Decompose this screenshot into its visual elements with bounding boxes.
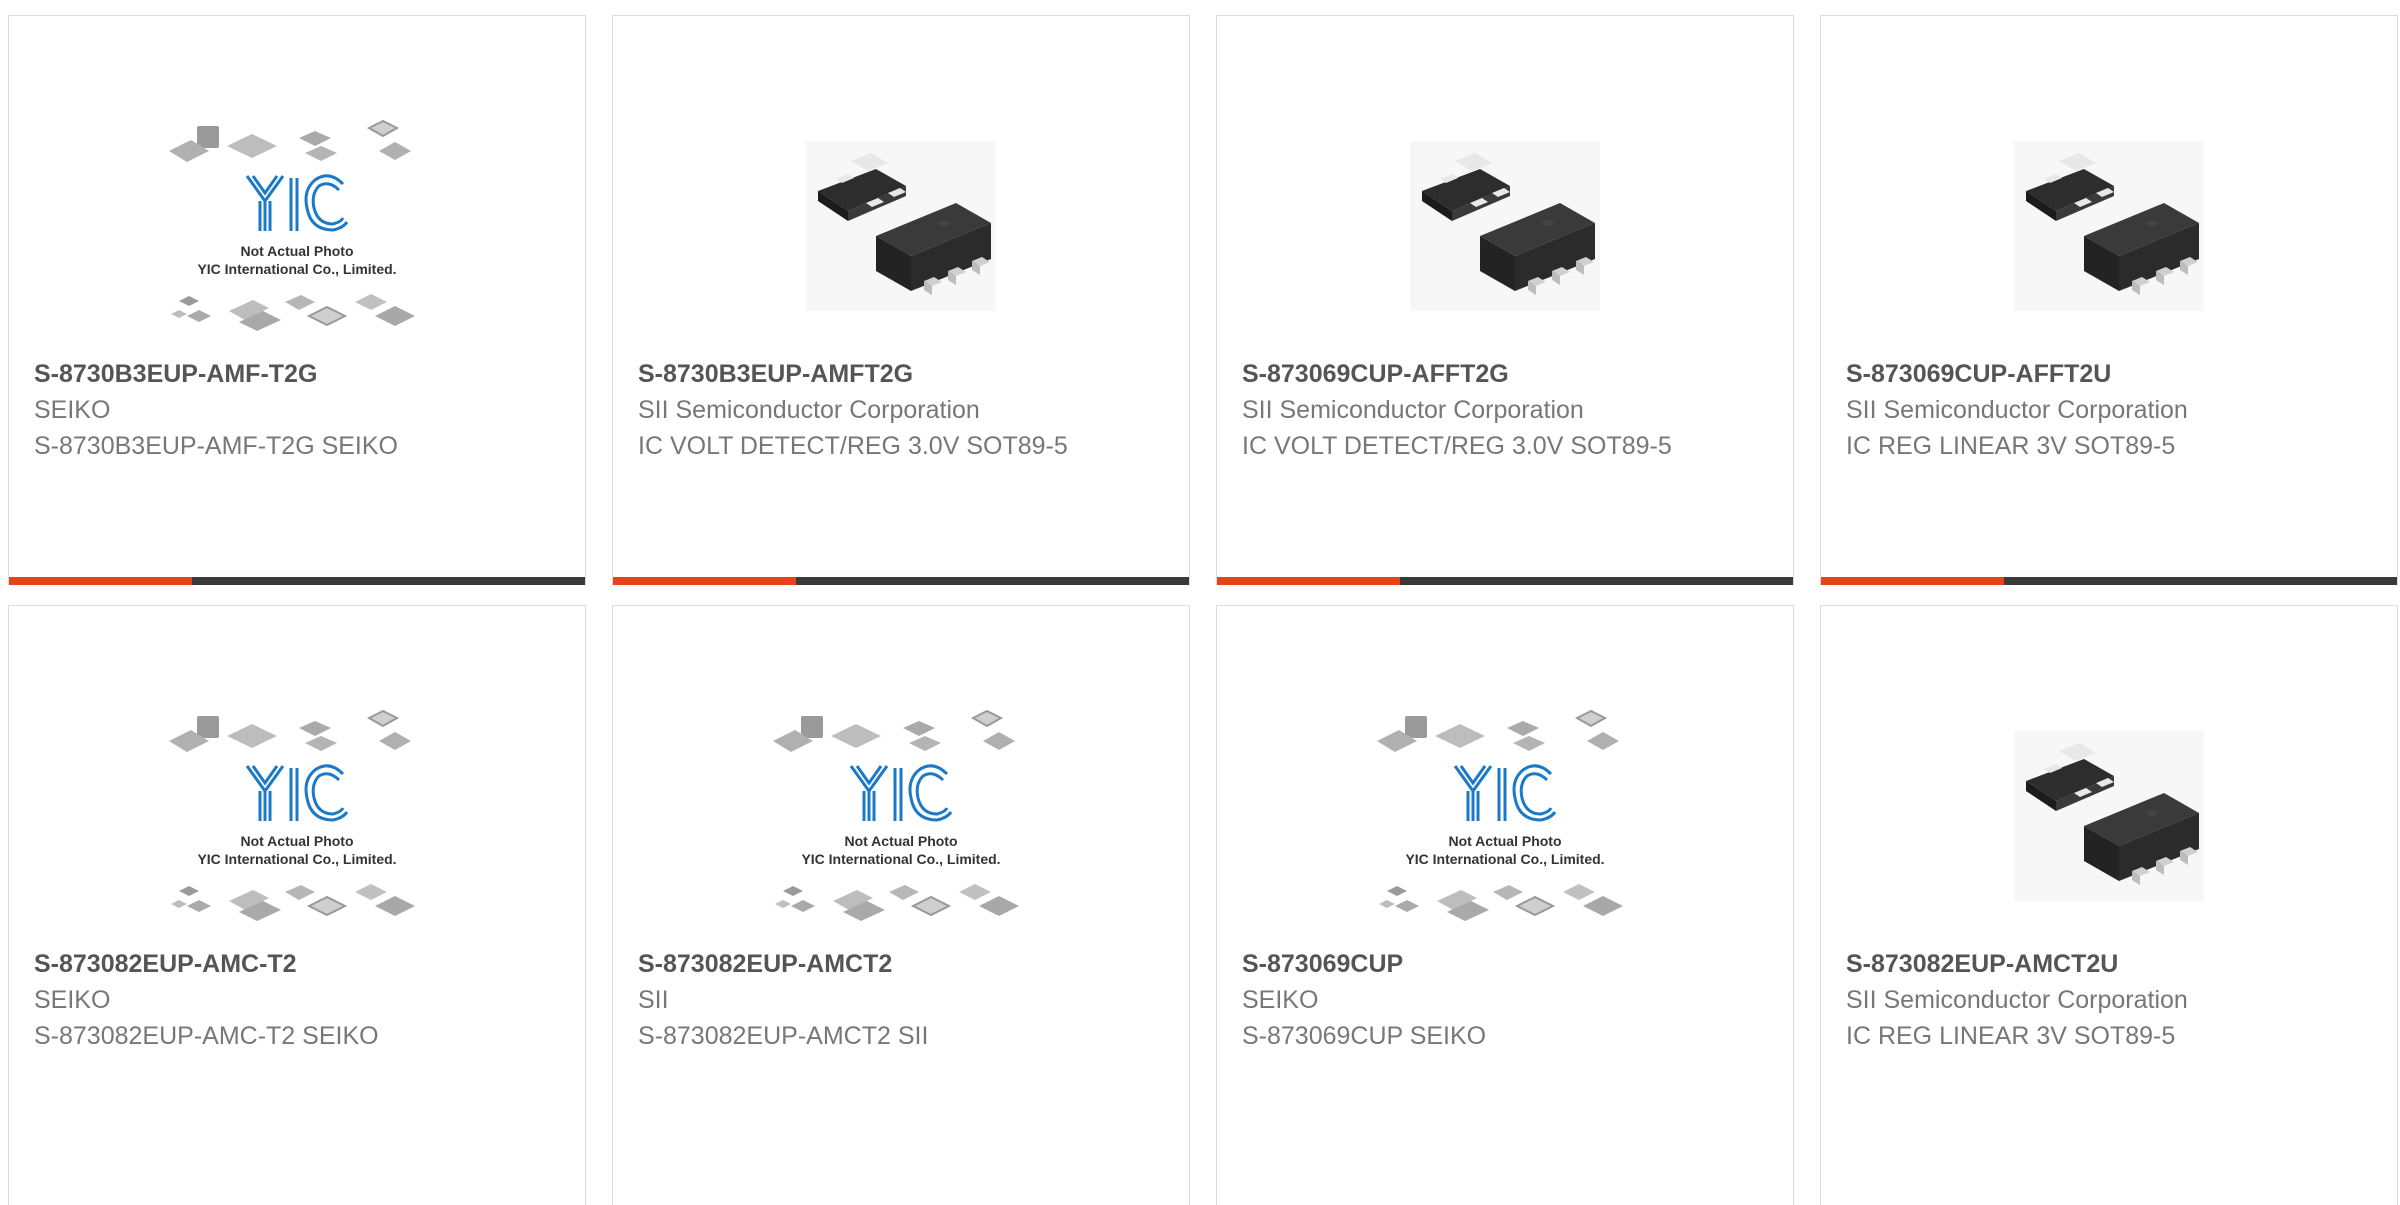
product-card[interactable]: Not Actual Photo YIC International Co., … <box>1216 605 1794 1205</box>
product-info: S-873069CUP-AFFT2U SII Semiconductor Corp… <box>1846 356 2377 464</box>
part-number-link[interactable]: S-873069CUP-AFFT2G <box>1242 356 1773 392</box>
part-number-link[interactable]: S-873082EUP-AMC-T2 <box>34 946 565 982</box>
description-text: IC REG LINEAR 3V SOT89-5 <box>1846 1022 2176 1050</box>
product-image[interactable] <box>613 86 1189 366</box>
manufacturer-label: SII Semiconductor Corporation <box>1846 396 2188 424</box>
product-info: S-8730B3EUP-AMFT2G SII Semiconductor Corp… <box>638 356 1169 464</box>
svg-text:Not Actual Photo: Not Actual Photo <box>240 243 353 259</box>
placeholder-icon: Not Actual Photo YIC International Co., … <box>1377 709 1623 921</box>
product-info: S-873069CUP SEIKO S-873069CUP SEIKO <box>1242 946 1773 1054</box>
svg-text:Not Actual Photo: Not Actual Photo <box>1448 833 1561 849</box>
product-card[interactable]: Not Actual Photo YIC International Co., … <box>8 15 586 585</box>
product-info: S-873082EUP-AMCT2 SII S-873082EUP-AMCT2 SI… <box>638 946 1169 1054</box>
description-text: S-873082EUP-AMCT2 SII <box>638 1022 929 1050</box>
svg-text:YIC International Co., Limited: YIC International Co., Limited. <box>197 261 396 277</box>
description-text: S-8730B3EUP-AMF-T2G SEIKO <box>34 432 399 460</box>
description-text: S-873082EUP-AMC-T2 SEIKO <box>34 1022 379 1050</box>
product-card[interactable]: S-8730B3EUP-AMFT2G SII Semiconductor Corp… <box>612 15 1190 585</box>
placeholder-icon: Not Actual Photo YIC International Co., … <box>169 709 415 921</box>
manufacturer-label: SEIKO <box>1242 986 1319 1014</box>
svg-text:YIC International Co., Limited: YIC International Co., Limited. <box>197 851 396 867</box>
card-underline-bar <box>9 577 585 585</box>
product-card[interactable]: Not Actual Photo YIC International Co., … <box>8 605 586 1205</box>
placeholder-icon: Not Actual Photo YIC International Co., … <box>169 119 415 331</box>
product-card[interactable]: S-873069CUP-AFFT2G SII Semiconductor Corp… <box>1216 15 1794 585</box>
sot89-package-icon <box>806 141 996 311</box>
product-image[interactable]: Not Actual Photo YIC International Co., … <box>9 86 585 366</box>
card-accent-bar <box>1217 577 1400 585</box>
description-text: IC REG LINEAR 3V SOT89-5 <box>1846 432 2176 460</box>
part-number-link[interactable]: S-873069CUP-AFFT2U <box>1846 356 2377 392</box>
product-image[interactable] <box>1821 86 2397 366</box>
manufacturer-label: SII <box>638 986 669 1014</box>
product-info: S-873069CUP-AFFT2G SII Semiconductor Corp… <box>1242 356 1773 464</box>
part-number-link[interactable]: S-873069CUP <box>1242 946 1773 982</box>
manufacturer-label: SEIKO <box>34 396 111 424</box>
product-image[interactable]: Not Actual Photo YIC International Co., … <box>1217 676 1793 956</box>
product-card[interactable]: S-873069CUP-AFFT2U SII Semiconductor Corp… <box>1820 15 2398 585</box>
placeholder-icon: Not Actual Photo YIC International Co., … <box>773 709 1019 921</box>
product-info: S-8730B3EUP-AMF-T2G SEIKO S-8730B3EUP-AMF-… <box>34 356 565 464</box>
part-number-link[interactable]: S-8730B3EUP-AMF-T2G <box>34 356 565 392</box>
svg-text:Not Actual Photo: Not Actual Photo <box>844 833 957 849</box>
product-image[interactable]: Not Actual Photo YIC International Co., … <box>9 676 585 956</box>
manufacturer-label: SII Semiconductor Corporation <box>638 396 980 424</box>
product-image[interactable]: Not Actual Photo YIC International Co., … <box>613 676 1189 956</box>
part-number-link[interactable]: S-873082EUP-AMCT2 <box>638 946 1169 982</box>
part-number-link[interactable]: S-8730B3EUP-AMFT2G <box>638 356 1169 392</box>
card-accent-bar <box>9 577 192 585</box>
description-text: IC VOLT DETECT/REG 3.0V SOT89-5 <box>638 432 1068 460</box>
description-text: IC VOLT DETECT/REG 3.0V SOT89-5 <box>1242 432 1672 460</box>
card-accent-bar <box>613 577 796 585</box>
sot89-package-icon <box>2014 141 2204 311</box>
product-grid: Not Actual Photo YIC International Co., … <box>0 0 2400 1205</box>
product-card[interactable]: Not Actual Photo YIC International Co., … <box>612 605 1190 1205</box>
manufacturer-label: SEIKO <box>34 986 111 1014</box>
card-underline-bar <box>1217 577 1793 585</box>
card-underline-bar <box>613 577 1189 585</box>
product-info: S-873082EUP-AMC-T2 SEIKO S-873082EUP-AMC-T… <box>34 946 565 1054</box>
svg-text:YIC International Co., Limited: YIC International Co., Limited. <box>801 851 1000 867</box>
part-number-link[interactable]: S-873082EUP-AMCT2U <box>1846 946 2377 982</box>
product-info: S-873082EUP-AMCT2U SII Semiconductor Corp… <box>1846 946 2377 1054</box>
sot89-package-icon <box>2014 731 2204 901</box>
svg-text:Not Actual Photo: Not Actual Photo <box>240 833 353 849</box>
product-image[interactable] <box>1217 86 1793 366</box>
product-card[interactable]: S-873082EUP-AMCT2U SII Semiconductor Corp… <box>1820 605 2398 1205</box>
sot89-package-icon <box>1410 141 1600 311</box>
product-image[interactable] <box>1821 676 2397 956</box>
manufacturer-label: SII Semiconductor Corporation <box>1846 986 2188 1014</box>
description-text: S-873069CUP SEIKO <box>1242 1022 1487 1050</box>
svg-text:YIC International Co., Limited: YIC International Co., Limited. <box>1405 851 1604 867</box>
card-underline-bar <box>1821 577 2397 585</box>
manufacturer-label: SII Semiconductor Corporation <box>1242 396 1584 424</box>
card-accent-bar <box>1821 577 2004 585</box>
